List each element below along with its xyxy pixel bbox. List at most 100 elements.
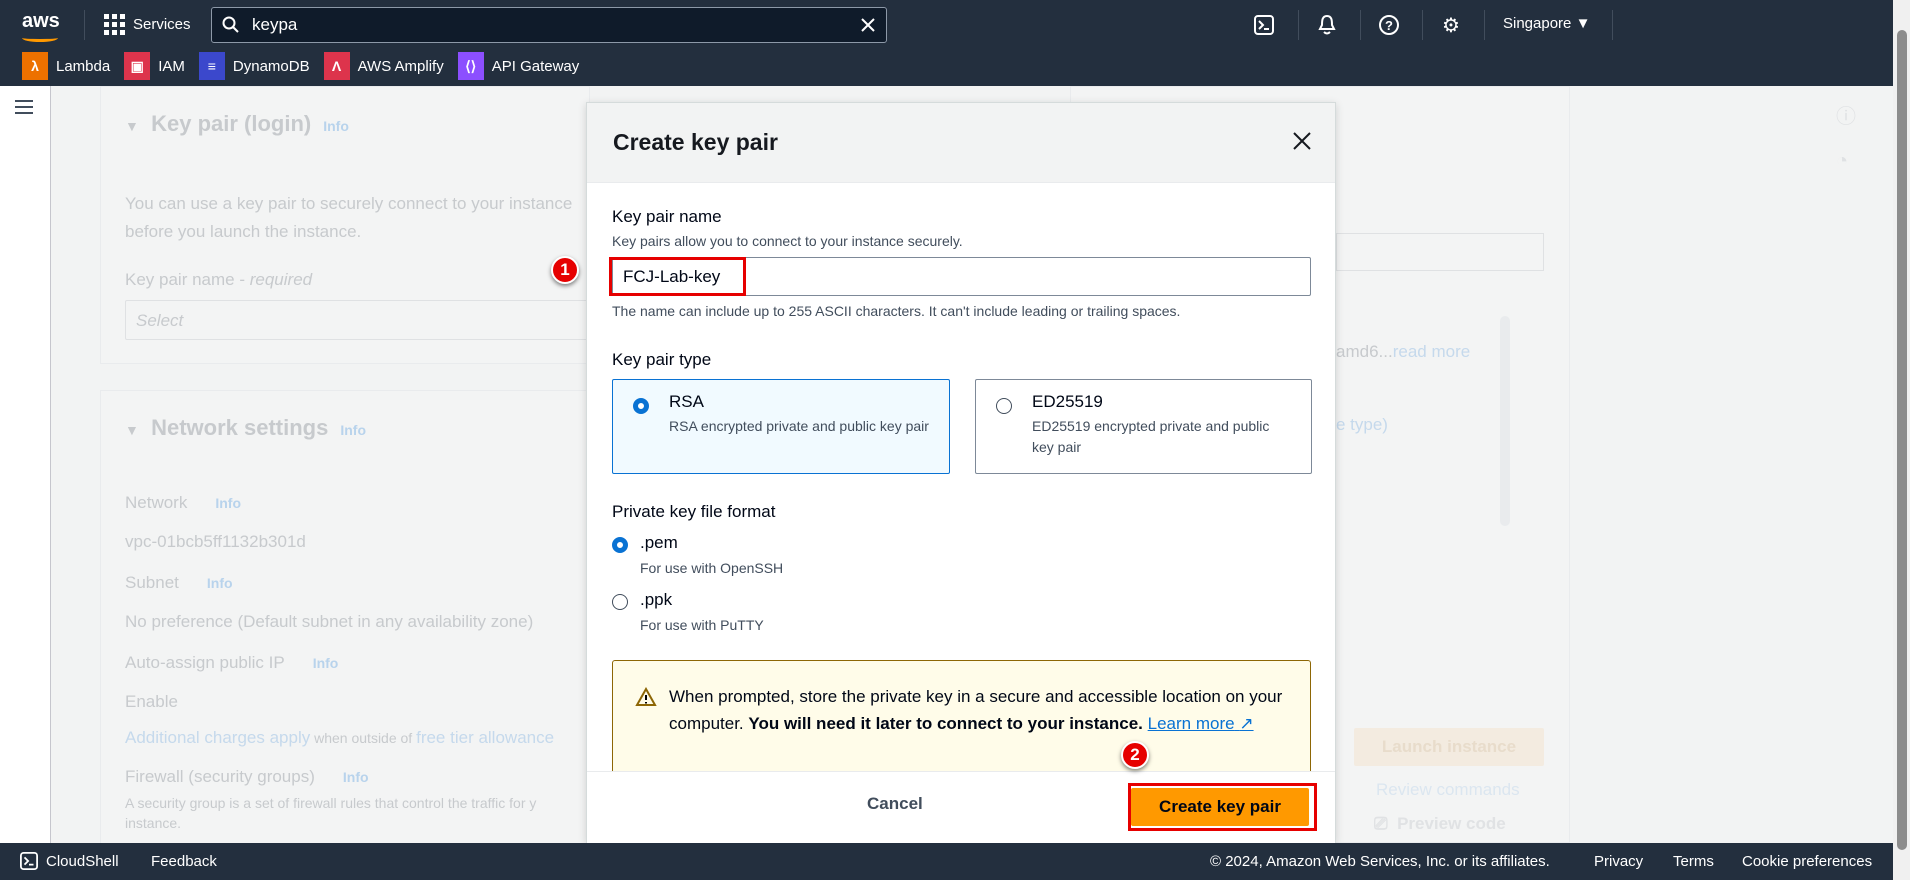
keypair-section-title[interactable]: ▼ Key pair (login) Info (125, 111, 349, 137)
shortcut-iam[interactable]: ▣ IAM (124, 52, 185, 80)
region-label: Singapore (1503, 15, 1572, 32)
divider (1298, 10, 1299, 40)
cookie-preferences-link[interactable]: Cookie preferences (1742, 853, 1872, 870)
cloudshell-icon[interactable] (1251, 12, 1277, 38)
firewall-label: Firewall (security groups) Info (125, 767, 369, 787)
shortcut-label: IAM (158, 57, 185, 75)
region-selector[interactable]: Singapore ▼ (1503, 15, 1590, 32)
help-icon[interactable]: ? (1376, 12, 1402, 38)
review-commands-link[interactable]: Review commands (1376, 780, 1520, 800)
bell-icon[interactable] (1314, 12, 1340, 38)
network-value: vpc-01bcb5ff1132b301d (125, 532, 306, 551)
top-navigation: aws Services ? ⚙ Singapore ▼ λ Lambda ▣ IA… (0, 0, 1893, 86)
privacy-link[interactable]: Privacy (1594, 853, 1643, 870)
select-placeholder: Select (136, 311, 184, 330)
keypair-select[interactable]: Select (125, 300, 595, 340)
info-link[interactable]: Info (207, 575, 233, 591)
divider (1360, 10, 1361, 40)
api-gateway-icon: ⟨⟩ (457, 52, 484, 80)
preview-code-button[interactable]: ⎚ Preview code (1374, 814, 1506, 834)
info-link[interactable]: Info (313, 655, 339, 671)
summary-scrollbar[interactable] (1500, 316, 1510, 526)
pem-label[interactable]: .pem (640, 533, 678, 553)
key-type-ed25519-tile[interactable]: ED25519 ED25519 encrypted private and pu… (975, 379, 1312, 474)
search-box[interactable] (211, 7, 887, 43)
shortcut-lambda[interactable]: λ Lambda (22, 52, 110, 80)
network-section-title[interactable]: ▼ Network settings Info (125, 415, 366, 441)
search-input[interactable] (252, 15, 848, 35)
services-menu-button[interactable]: Services (104, 14, 191, 35)
label: Network (125, 493, 188, 512)
subnet-label: Subnet Info (125, 573, 233, 593)
info-link[interactable]: Info (215, 495, 241, 511)
close-icon[interactable] (1293, 125, 1311, 157)
svg-text:?: ? (1385, 18, 1393, 33)
shortcut-dynamodb[interactable]: ≡ DynamoDB (198, 52, 310, 80)
summary-type-text: e type) (1336, 415, 1388, 434)
link-label: Learn more (1147, 714, 1235, 733)
charges-link[interactable]: Additional charges apply (125, 728, 310, 747)
gear-icon[interactable]: ⚙ (1438, 12, 1464, 38)
info-panel-icon[interactable]: ⓘ (1836, 100, 1856, 129)
info-link[interactable]: Info (340, 422, 366, 438)
description-line: instance. (125, 815, 182, 831)
label: Firewall (security groups) (125, 767, 315, 786)
tile-description: RSA encrypted private and public key pai… (669, 418, 929, 434)
key-pair-name-label: Key pair name (612, 207, 722, 226)
ppk-radio[interactable] (612, 594, 628, 610)
key-pair-type-label: Key pair type (612, 350, 712, 369)
tile-label: ED25519 (1032, 392, 1103, 411)
preview-code-icon: ⎚ (1374, 814, 1388, 833)
history-icon[interactable]: ◔ (1836, 150, 1848, 173)
cloudshell-button[interactable]: CloudShell (20, 852, 119, 870)
section-title: Network settings (151, 415, 329, 440)
public-ip-label: Auto-assign public IP Info (125, 653, 338, 673)
divider (1612, 10, 1613, 40)
button-label: Launch instance (1381, 737, 1517, 756)
info-link[interactable]: Info (323, 118, 349, 134)
key-type-rsa-tile[interactable]: RSA RSA encrypted private and public key… (612, 379, 950, 474)
cloudshell-icon (20, 852, 38, 870)
aws-logo[interactable]: aws (22, 10, 60, 33)
shortcut-amplify[interactable]: Λ AWS Amplify (323, 52, 444, 80)
dynamodb-icon: ≡ (198, 52, 225, 80)
key-pair-name-constraint: The name can include up to 255 ASCII cha… (612, 303, 1181, 319)
modal-header: Create key pair (587, 103, 1335, 183)
charges-text: when outside of (310, 730, 417, 746)
launch-instance-button[interactable]: Launch instance (1354, 728, 1544, 766)
learn-more-link[interactable]: Learn more ↗ (1148, 714, 1254, 733)
clear-search-icon[interactable] (860, 17, 876, 33)
key-pair-name-description: Key pairs allow you to connect to your i… (612, 233, 963, 249)
shortcut-api-gateway[interactable]: ⟨⟩ API Gateway (457, 52, 580, 80)
shortcut-label: API Gateway (491, 57, 580, 75)
highlight-box-name (609, 257, 746, 296)
read-more-link[interactable]: read more (1393, 342, 1470, 361)
tile-label: RSA (669, 392, 704, 411)
scrollbar-thumb[interactable] (1897, 30, 1907, 850)
rsa-radio[interactable] (633, 398, 649, 414)
label: Subnet (125, 573, 179, 592)
console-footer: CloudShell Feedback © 2024, Amazon Web S… (0, 843, 1893, 880)
cancel-button[interactable]: Cancel (867, 794, 923, 814)
step-2-badge: 2 (1121, 741, 1149, 769)
free-tier-link[interactable]: free tier allowance (416, 728, 554, 747)
keypair-field-label: Key pair name - required (125, 270, 312, 290)
divider (84, 10, 85, 40)
divider (1484, 10, 1485, 40)
feedback-link[interactable]: Feedback (151, 853, 217, 870)
hamburger-menu-icon[interactable] (15, 100, 33, 118)
info-link[interactable]: Info (343, 769, 369, 785)
terms-link[interactable]: Terms (1673, 853, 1714, 870)
button-label: Preview code (1397, 814, 1506, 833)
caret-down-icon: ▼ (125, 422, 139, 438)
ed25519-radio[interactable] (996, 398, 1012, 414)
search-icon (222, 16, 239, 33)
pem-radio[interactable] (612, 537, 628, 553)
external-link-icon: ↗ (1239, 714, 1254, 733)
ppk-label[interactable]: .ppk (640, 590, 672, 610)
copyright-text: © 2024, Amazon Web Services, Inc. or its… (1210, 853, 1550, 870)
charges-note: Additional charges apply when outside of… (125, 728, 585, 748)
description-line: A security group is a set of firewall ru… (125, 795, 537, 811)
section-title: Key pair (login) (151, 111, 312, 136)
subnet-value: No preference (Default subnet in any ava… (125, 612, 534, 631)
